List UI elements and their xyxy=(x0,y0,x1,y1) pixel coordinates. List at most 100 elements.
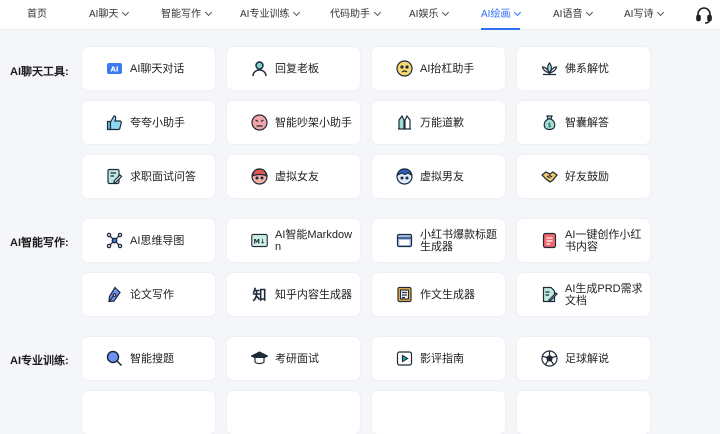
tool-card-label: 智能搜题 xyxy=(130,353,174,365)
nav-ai-entertainment[interactable]: AI娱乐 xyxy=(409,0,450,30)
tool-card-buddhist-relief[interactable]: 佛系解忧 xyxy=(517,47,650,90)
tool-card-label: 佛系解忧 xyxy=(565,63,609,75)
nav-ai-training[interactable]: AI专业训练 xyxy=(240,0,301,30)
tool-card-label: AI聊天对话 xyxy=(130,63,185,75)
tool-card-reply-boss[interactable]: 回复老板 xyxy=(227,47,360,90)
chevron-down-icon xyxy=(122,8,130,17)
tool-card-label: AI生成PRD需求文档 xyxy=(565,283,643,307)
headset-icon[interactable] xyxy=(695,6,713,24)
tool-card-label: AI一键创作小红书内容 xyxy=(565,229,642,253)
tool-card-virtual-girlfriend[interactable]: 虚拟女友 xyxy=(227,155,360,198)
lotus-icon xyxy=(541,62,558,76)
tool-card-markdown[interactable]: M↓ AI智能Markdown xyxy=(227,219,360,262)
argue-face-icon xyxy=(396,60,413,77)
red-note-icon xyxy=(542,232,557,249)
svg-text:$: $ xyxy=(548,122,552,129)
nav-label: AI娱乐 xyxy=(409,9,439,20)
tool-card-xiaohongshu-title[interactable]: 小红书爆款标题生成器 xyxy=(372,219,505,262)
resume-icon xyxy=(107,168,123,185)
tool-card-virtual-boyfriend[interactable]: 虚拟男友 xyxy=(372,155,505,198)
search-icon xyxy=(106,350,123,367)
tool-card-label: 万能道歉 xyxy=(420,117,464,129)
nav-ai-poetry[interactable]: AI写诗 xyxy=(624,0,665,30)
nav-label: 首页 xyxy=(27,9,47,20)
tool-card-label: 虚拟男友 xyxy=(420,171,464,183)
tool-card-paper-writing[interactable]: 论文写作 xyxy=(82,273,215,316)
section-label-smart-writing: AI智能写作: xyxy=(10,237,69,249)
nav-code-assistant[interactable]: 代码助手 xyxy=(330,0,382,30)
nav-ai-voice[interactable]: AI语音 xyxy=(553,0,594,30)
mind-map-icon xyxy=(106,232,123,249)
tool-card-smart-search[interactable]: 智能搜题 xyxy=(82,337,215,380)
tool-card-label: 回复老板 xyxy=(275,63,319,75)
tool-card-label: 足球解说 xyxy=(565,353,609,365)
tool-card-job-interview[interactable]: 求职面试问答 xyxy=(82,155,215,198)
top-nav: 首页 AI聊天 智能写作 AI专业训练 代码助手 AI娱乐 AI绘画 AI语音 … xyxy=(0,0,720,30)
tool-card-think-tank[interactable]: $ 智囊解答 xyxy=(517,101,650,144)
tool-card-label: AI智能Markdown xyxy=(275,229,353,253)
tool-card-football-commentary[interactable]: 足球解说 xyxy=(517,337,650,380)
tool-card-label: 智囊解答 xyxy=(565,117,609,129)
tool-card-label: 小红书爆款标题生成器 xyxy=(420,229,497,253)
tool-card-film-review[interactable]: 影评指南 xyxy=(372,337,505,380)
chevron-down-icon xyxy=(514,8,522,17)
tool-card-praise-assistant[interactable]: 夸夸小助手 xyxy=(82,101,215,144)
tool-card-label: AI思维导图 xyxy=(130,235,185,247)
tool-card-label: 论文写作 xyxy=(130,289,174,301)
chevron-down-icon xyxy=(586,8,594,17)
nav-label: AI聊天 xyxy=(89,9,119,20)
tool-card-mind-map[interactable]: AI思维导图 xyxy=(82,219,215,262)
angry-face-icon xyxy=(251,114,268,131)
markdown-icon: M↓ xyxy=(251,233,268,248)
tool-card-argue-assistant[interactable]: AI抬杠助手 xyxy=(372,47,505,90)
nav-label: AI绘画 xyxy=(481,9,511,20)
tool-card-zhihu-generator[interactable]: 知 知乎内容生成器 xyxy=(227,273,360,316)
ai-chat-icon: AI xyxy=(107,63,122,74)
doc-edit-icon xyxy=(542,286,558,303)
tool-card-label: 影评指南 xyxy=(420,353,464,365)
tool-card-label: 虚拟女友 xyxy=(275,171,319,183)
tool-card-friend-encouragement[interactable]: 好友鼓励 xyxy=(517,155,650,198)
nav-label: 智能写作 xyxy=(161,9,201,20)
tool-card-xiaohongshu-content[interactable]: AI一键创作小红书内容 xyxy=(517,219,650,262)
nav-label: AI写诗 xyxy=(624,9,654,20)
nav-label: AI专业训练 xyxy=(240,9,290,20)
handshake-icon xyxy=(541,171,558,183)
tool-card-label: 好友鼓励 xyxy=(565,171,609,183)
play-icon xyxy=(396,351,413,366)
section-label-chat-tools: AI聊天工具: xyxy=(10,66,69,78)
tool-card-quarrel-assistant[interactable]: 智能吵架小助手 xyxy=(227,101,360,144)
tool-card-partial[interactable] xyxy=(517,391,650,434)
chevron-down-icon xyxy=(657,8,665,17)
tool-card-partial[interactable] xyxy=(227,391,360,434)
tool-card-label: 考研面试 xyxy=(275,353,319,365)
chevron-down-icon xyxy=(204,8,213,17)
tool-card-label: 智能吵架小助手 xyxy=(275,117,352,129)
tool-card-postgrad-interview[interactable]: 考研面试 xyxy=(227,337,360,380)
zhihu-icon: 知 xyxy=(253,287,267,303)
chevron-down-icon xyxy=(293,8,301,17)
football-icon xyxy=(541,350,558,367)
tool-card-label: AI抬杠助手 xyxy=(420,63,475,75)
nav-label: 代码助手 xyxy=(330,9,370,20)
tool-card-ai-chat[interactable]: AI AI聊天对话 xyxy=(82,47,215,90)
nav-home[interactable]: 首页 xyxy=(27,0,47,30)
essay-icon xyxy=(397,286,412,303)
tool-card-label: 求职面试问答 xyxy=(130,171,196,183)
nav-ai-chat[interactable]: AI聊天 xyxy=(89,0,130,30)
person-icon xyxy=(252,61,267,77)
tool-card-label: 知乎内容生成器 xyxy=(275,289,352,301)
svg-text:M↓: M↓ xyxy=(254,238,266,246)
chevron-down-icon xyxy=(373,8,382,17)
tool-card-essay-generator[interactable]: 作文生成器 xyxy=(372,273,505,316)
tool-card-partial[interactable] xyxy=(372,391,505,434)
svg-text:AI: AI xyxy=(110,66,118,74)
tool-card-label: 作文生成器 xyxy=(420,289,475,301)
nav-ai-painting[interactable]: AI绘画 xyxy=(481,0,522,30)
chevron-down-icon xyxy=(442,8,450,17)
nav-smart-writing[interactable]: 智能写作 xyxy=(161,0,213,30)
tool-card-prd-doc[interactable]: AI生成PRD需求文档 xyxy=(517,273,650,316)
tool-card-partial[interactable] xyxy=(82,391,215,434)
grad-cap-icon xyxy=(251,351,268,365)
tool-card-universal-apology[interactable]: 万能道歉 xyxy=(372,101,505,144)
